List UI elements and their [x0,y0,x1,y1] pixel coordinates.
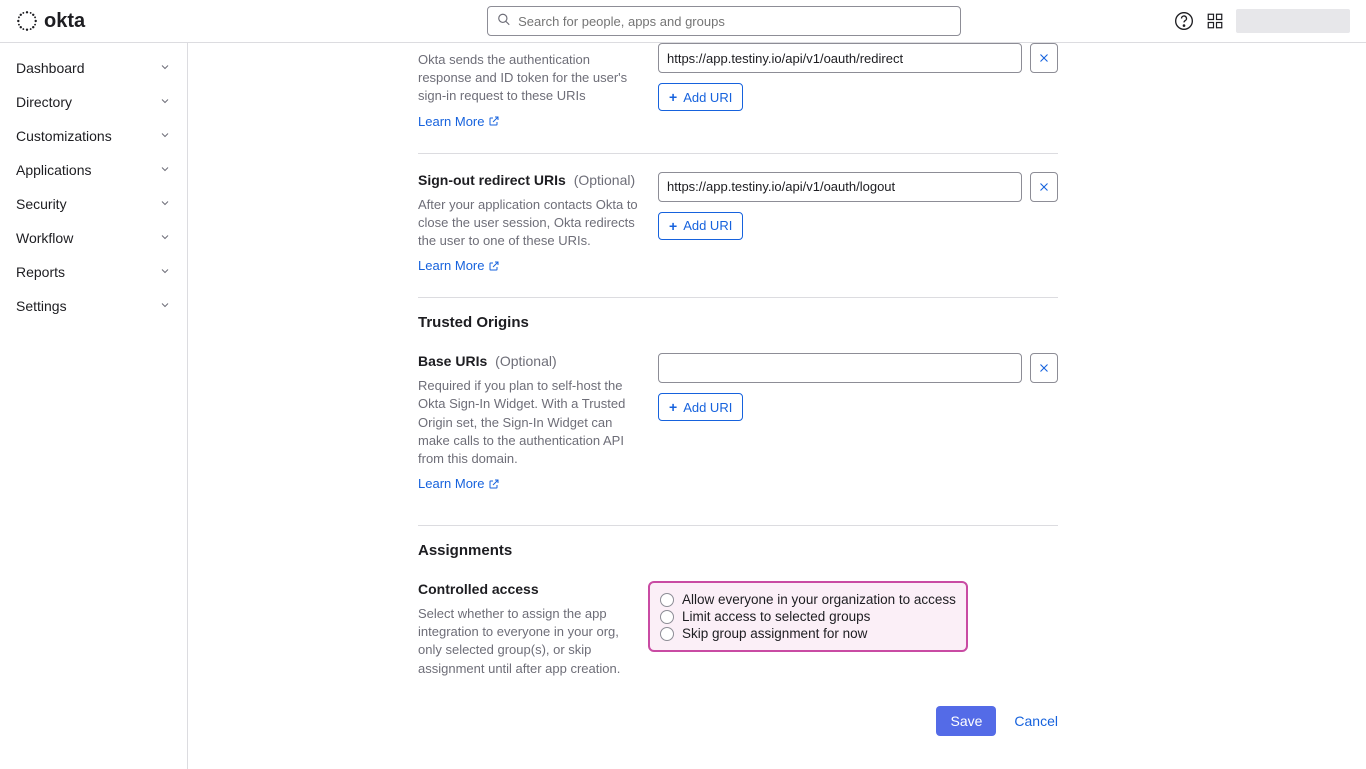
external-link-icon [488,478,500,490]
add-uri-label: Add URI [683,90,732,105]
signout-redirect-field: Sign-out redirect URIs (Optional) After … [418,154,1058,299]
sidebar-item-settings[interactable]: Settings [0,289,187,323]
base-uri-input[interactable] [658,353,1022,383]
sidebar: Dashboard Directory Customizations Appli… [0,43,188,769]
remove-uri-button[interactable] [1030,353,1058,383]
radio-icon [660,610,674,624]
sidebar-item-customizations[interactable]: Customizations [0,119,187,153]
controlled-access-field: Controlled access Select whether to assi… [418,563,1058,678]
radio-label: Limit access to selected groups [682,609,870,624]
close-icon [1038,52,1050,64]
plus-icon: + [669,399,677,415]
external-link-icon [488,260,500,272]
apps-grid-icon[interactable] [1206,12,1224,30]
field-label: Sign-out redirect URIs [418,172,566,188]
brand-text: okta [44,10,85,33]
learn-more-link[interactable]: Learn More [418,114,500,129]
access-option-everyone[interactable]: Allow everyone in your organization to a… [660,591,956,608]
sidebar-item-directory[interactable]: Directory [0,85,187,119]
access-option-skip[interactable]: Skip group assignment for now [660,625,956,642]
trusted-origins-heading: Trusted Origins [418,298,1058,335]
sidebar-item-label: Security [16,196,67,212]
chevron-down-icon [159,128,171,144]
field-label: Controlled access [418,581,539,597]
sidebar-item-label: Reports [16,264,65,280]
radio-icon [660,593,674,607]
search-icon [497,13,511,30]
learn-more-link[interactable]: Learn More [418,258,500,273]
plus-icon: + [669,89,677,105]
learn-more-label: Learn More [418,476,484,491]
learn-more-link[interactable]: Learn More [418,476,500,491]
add-signout-uri-button[interactable]: + Add URI [658,212,743,240]
learn-more-label: Learn More [418,258,484,273]
chevron-down-icon [159,94,171,110]
header-actions [1174,9,1350,33]
help-text: Okta sends the authentication response a… [418,51,640,106]
chevron-down-icon [159,264,171,280]
sidebar-item-label: Settings [16,298,67,314]
remove-uri-button[interactable] [1030,172,1058,202]
sidebar-item-label: Directory [16,94,72,110]
optional-label: (Optional) [574,172,635,188]
add-uri-label: Add URI [683,218,732,233]
form-actions: Save Cancel [418,678,1058,756]
chevron-down-icon [159,162,171,178]
sidebar-item-reports[interactable]: Reports [0,255,187,289]
cancel-button[interactable]: Cancel [1014,713,1058,729]
field-label: Base URIs [418,353,487,369]
okta-logo-icon [16,10,38,32]
sidebar-item-security[interactable]: Security [0,187,187,221]
radio-label: Skip group assignment for now [682,626,867,641]
access-option-groups[interactable]: Limit access to selected groups [660,608,956,625]
search-container [487,6,961,36]
top-header: okta [0,0,1366,43]
access-radio-group: Allow everyone in your organization to a… [648,581,968,652]
sidebar-item-applications[interactable]: Applications [0,153,187,187]
optional-label: (Optional) [495,353,556,369]
sidebar-item-label: Customizations [16,128,112,144]
assignments-heading: Assignments [418,526,1058,563]
save-button[interactable]: Save [936,706,996,736]
radio-label: Allow everyone in your organization to a… [682,592,956,607]
sidebar-item-dashboard[interactable]: Dashboard [0,51,187,85]
help-icon[interactable] [1174,11,1194,31]
external-link-icon [488,115,500,127]
signin-redirect-uri-input[interactable] [658,43,1022,73]
add-uri-label: Add URI [683,400,732,415]
remove-uri-button[interactable] [1030,43,1058,73]
sidebar-item-workflow[interactable]: Workflow [0,221,187,255]
search-input[interactable] [487,6,961,36]
plus-icon: + [669,218,677,234]
sidebar-item-label: Workflow [16,230,73,246]
close-icon [1038,362,1050,374]
radio-icon [660,627,674,641]
sidebar-item-label: Dashboard [16,60,85,76]
learn-more-label: Learn More [418,114,484,129]
brand-logo[interactable]: okta [16,10,85,33]
sidebar-item-label: Applications [16,162,92,178]
add-signin-uri-button[interactable]: + Add URI [658,83,743,111]
chevron-down-icon [159,60,171,76]
user-menu-placeholder[interactable] [1236,9,1350,33]
main-content[interactable]: Okta sends the authentication response a… [188,43,1366,769]
add-base-uri-button[interactable]: + Add URI [658,393,743,421]
help-text: After your application contacts Okta to … [418,196,640,251]
signout-redirect-uri-input[interactable] [658,172,1022,202]
close-icon [1038,181,1050,193]
chevron-down-icon [159,230,171,246]
chevron-down-icon [159,196,171,212]
base-uris-field: Base URIs (Optional) Required if you pla… [418,335,1058,515]
chevron-down-icon [159,298,171,314]
help-text: Required if you plan to self-host the Ok… [418,377,640,468]
help-text: Select whether to assign the app integra… [418,605,640,678]
signin-redirect-field: Okta sends the authentication response a… [418,43,1058,154]
